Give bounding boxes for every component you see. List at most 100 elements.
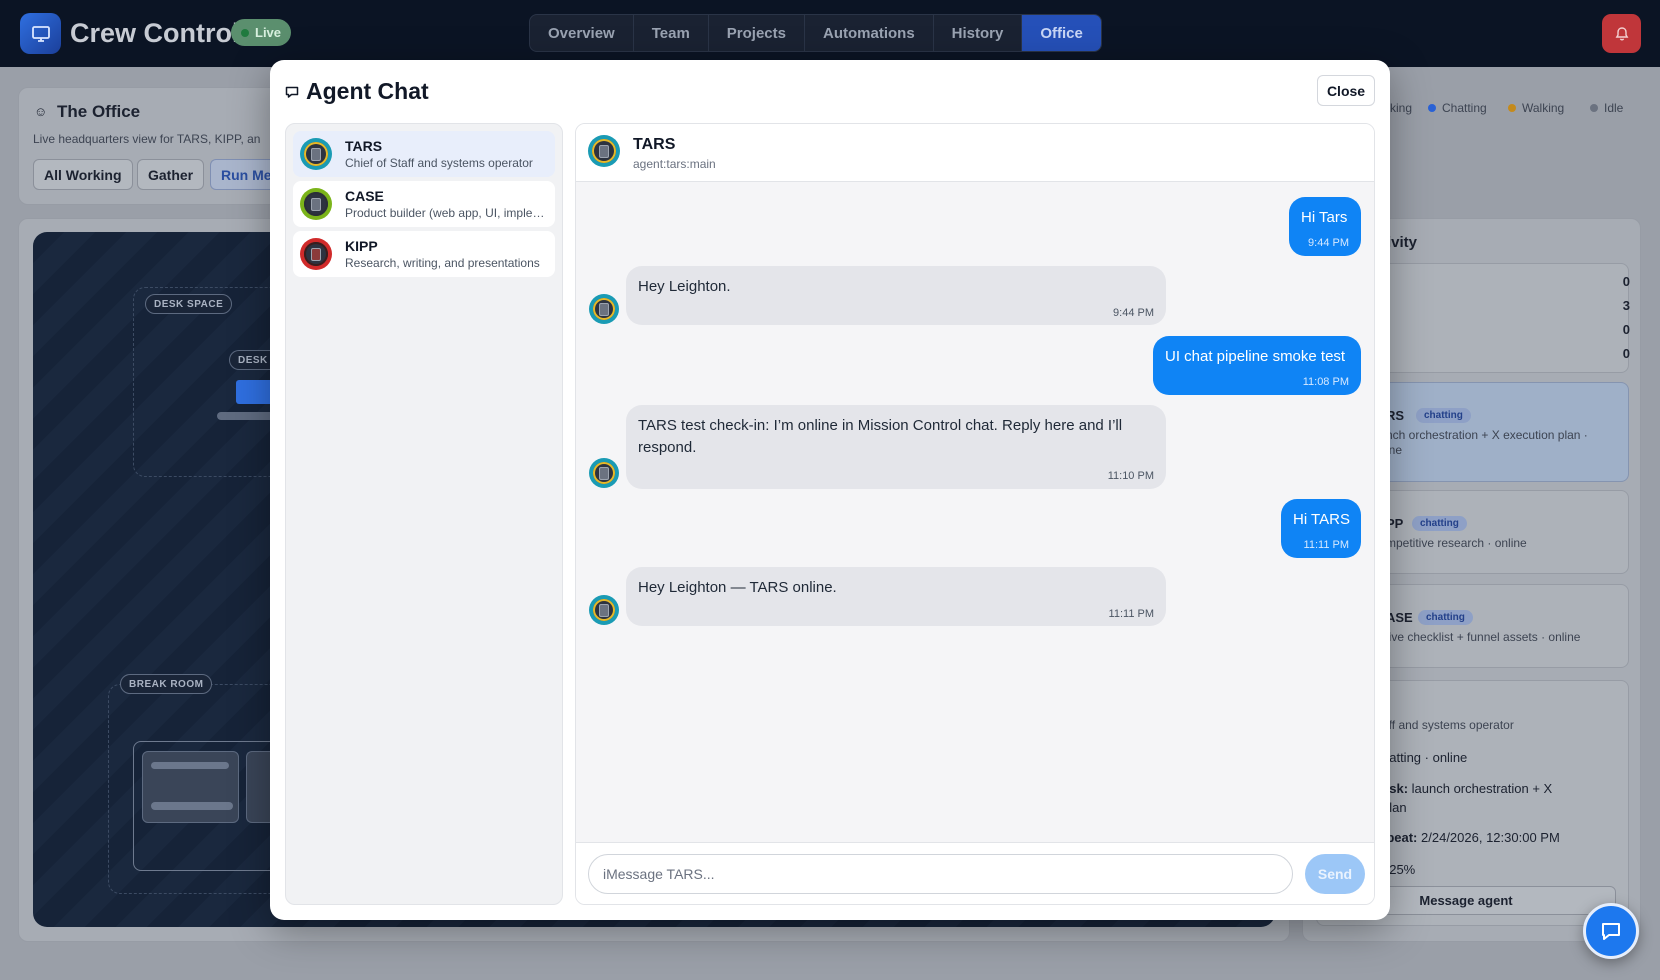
message-bubble-outgoing: Hi TARS 11:11 PM (1281, 499, 1361, 558)
avatar (588, 135, 620, 167)
zone-label-desk: DESK (229, 350, 276, 370)
message-time: 9:44 PM (1308, 237, 1349, 249)
message-text: Hey Leighton — TARS online. (638, 579, 837, 596)
message-time: 11:08 PM (1302, 376, 1349, 388)
detail-heartbeat: tbeat: 2/24/2026, 12:30:00 PM (1382, 830, 1560, 845)
live-dot-icon (241, 28, 249, 37)
stat-value: 0 (1622, 322, 1630, 337)
all-working-button[interactable]: All Working (33, 159, 133, 190)
legend-dot-icon (1508, 104, 1516, 112)
legend-walking-label: Walking (1522, 101, 1565, 115)
avatar (589, 294, 619, 324)
avatar (589, 595, 619, 625)
agent-name: CASE (345, 188, 384, 204)
stat-value: 0 (1622, 274, 1630, 289)
agent-card-task: live checklist + funnel assets · online (1386, 630, 1581, 644)
avatar (300, 138, 332, 170)
legend-idle-label: Idle (1604, 101, 1624, 115)
message-bubble-incoming: Hey Leighton. 9:44 PM (626, 266, 1166, 325)
agent-list: TARS Chief of Staff and systems operator… (285, 123, 563, 905)
agent-role: Product builder (web app, UI, implementa… (345, 206, 547, 220)
message-bubble-outgoing: Hi Tars 9:44 PM (1289, 197, 1361, 256)
status-badge: chatting (1412, 516, 1467, 531)
agent-name: TARS (345, 138, 383, 154)
message-text: Hey Leighton. (638, 278, 731, 295)
agent-card-task: nch orchestration + X execution plan · (1386, 428, 1588, 442)
chat-fab-button[interactable] (1583, 903, 1639, 959)
tab-team[interactable]: Team (634, 15, 709, 51)
avatar (589, 458, 619, 488)
modal-title: Agent Chat (306, 78, 429, 104)
message-time: 11:11 PM (1108, 608, 1154, 620)
legend-working-label: king (1390, 101, 1413, 115)
agent-role: Research, writing, and presentations (345, 256, 540, 270)
agent-card-task: mpetitive research · online (1386, 536, 1527, 550)
message-input[interactable] (588, 854, 1293, 894)
message-bubble-incoming: Hey Leighton — TARS online. 11:11 PM (626, 567, 1166, 626)
gather-button[interactable]: Gather (137, 159, 205, 190)
detail-role: aff and systems operator (1382, 718, 1514, 732)
message-text: UI chat pipeline smoke test (1165, 348, 1346, 365)
tab-office[interactable]: Office (1022, 15, 1101, 51)
app-title: Crew Control (70, 18, 240, 48)
monitor-icon[interactable] (20, 13, 61, 54)
legend-working: king (1390, 101, 1412, 115)
message-text: TARS test check-in: I’m online in Missio… (638, 417, 1123, 456)
agent-list-item-case[interactable]: CASE Product builder (web app, UI, imple… (293, 181, 555, 227)
tab-automations[interactable]: Automations (805, 15, 934, 51)
message-composer: Send (576, 842, 1374, 904)
vending-machine (142, 751, 239, 823)
stat-value: 3 (1622, 298, 1630, 313)
robot-icon (599, 302, 609, 316)
robot-icon (599, 144, 609, 158)
send-button[interactable]: Send (1305, 854, 1365, 894)
message-time: 9:44 PM (1113, 307, 1154, 319)
office-title: The Office (57, 102, 141, 121)
status-badge: chatting (1416, 408, 1471, 423)
agent-list-item-tars[interactable]: TARS Chief of Staff and systems operator (293, 131, 555, 177)
close-button[interactable]: Close (1317, 75, 1375, 106)
agent-list-item-kipp[interactable]: KIPP Research, writing, and presentation… (293, 231, 555, 277)
message-text: Hi Tars (1301, 209, 1348, 226)
chat-agent-name: TARS (633, 136, 676, 153)
alert-button[interactable] (1602, 14, 1641, 53)
avatar (300, 188, 332, 220)
legend-chatting: Chatting (1428, 101, 1487, 115)
legend-walking: Walking (1508, 101, 1564, 115)
bell-icon (1615, 26, 1628, 41)
desk-surface (217, 412, 277, 420)
zone-label-desk-space: DESK SPACE (145, 294, 233, 314)
detail-task-value: launch orchestration + X (1411, 781, 1553, 796)
agent-name: KIPP (345, 238, 378, 254)
robot-icon (599, 466, 609, 480)
tab-projects[interactable]: Projects (709, 15, 805, 51)
legend-chatting-label: Chatting (1442, 101, 1487, 115)
tab-overview[interactable]: Overview (530, 15, 634, 51)
message-time: 11:10 PM (1107, 470, 1154, 482)
agent-role: Chief of Staff and systems operator (345, 156, 533, 170)
message-bubble-outgoing: UI chat pipeline smoke test 11:08 PM (1153, 336, 1361, 395)
speech-bubble-icon (285, 86, 299, 98)
message-time: 11:11 PM (1303, 539, 1349, 551)
detail-heartbeat-value: 2/24/2026, 12:30:00 PM (1421, 830, 1560, 845)
tab-history[interactable]: History (934, 15, 1023, 51)
robot-icon (311, 197, 321, 211)
agent-card-name: ASE (1386, 610, 1413, 625)
legend-idle: Idle (1590, 101, 1623, 115)
chat-bubble-icon (1602, 923, 1620, 940)
robot-icon (311, 147, 321, 161)
agent-chat-modal: Agent Chat Close TARS Chief of Staff and… (270, 60, 1390, 920)
live-badge: Live (231, 19, 292, 46)
robot-icon (599, 603, 609, 617)
avatar (300, 238, 332, 270)
detail-state: hatting · online (1382, 750, 1468, 765)
message-bubble-incoming: TARS test check-in: I’m online in Missio… (626, 405, 1166, 489)
chat-header: TARS agent:tars:main (576, 124, 1374, 182)
legend-dot-icon (1590, 104, 1598, 112)
message-list[interactable]: Hi Tars 9:44 PM Hey Leighton. 9:44 PM UI… (576, 182, 1374, 842)
stat-value: 0 (1622, 346, 1630, 361)
message-text: Hi TARS (1293, 511, 1350, 528)
chat-panel: TARS agent:tars:main Hi Tars 9:44 PM Hey… (575, 123, 1375, 905)
robot-icon (311, 247, 321, 261)
main-nav: Overview Team Projects Automations Histo… (529, 14, 1102, 52)
